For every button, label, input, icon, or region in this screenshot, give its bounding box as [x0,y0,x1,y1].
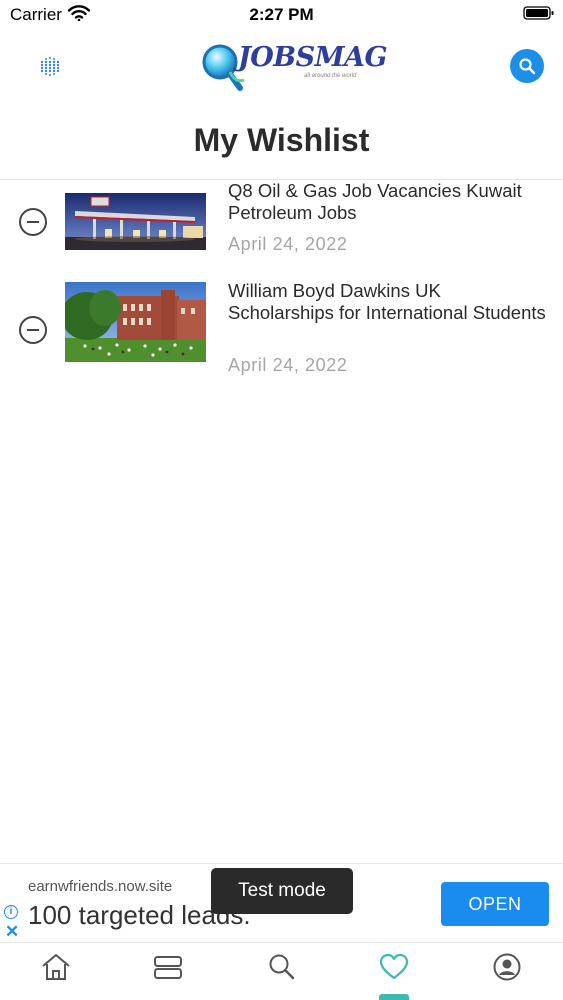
wishlist-item[interactable]: Q8 Oil & Gas Job Vacancies Kuwait Petrol… [0,180,563,270]
remove-icon[interactable] [19,208,47,236]
jobsmag-logo: JOBSMAG all around the world [200,38,388,94]
list-icon [154,956,182,979]
tab-list[interactable] [152,951,184,983]
tab-profile[interactable] [491,951,523,983]
ad-open-button[interactable]: OPEN [441,882,549,926]
search-icon [519,58,536,75]
tab-bar [0,943,563,1000]
gas-station-thumbnail [65,193,206,250]
search-icon [269,954,295,980]
ad-domain: earnwfriends.now.site [28,878,173,895]
page-title: My Wishlist [193,122,370,158]
clock: 2:27 PM [249,5,314,24]
battery-icon [523,5,555,26]
info-icon[interactable]: i [4,905,18,919]
remove-icon[interactable] [19,316,47,344]
tab-wishlist[interactable] [378,951,410,983]
logo-text: JOBSMAG [238,42,388,73]
tab-search[interactable] [266,951,298,983]
status-bar: Carrier 2:27 PM [0,0,563,30]
close-icon[interactable]: ✕ [5,922,19,942]
wishlist-item-date: April 24, 2022 [228,355,348,375]
menu-icon[interactable] [36,53,64,81]
search-button[interactable] [510,49,544,83]
test-mode-toast: Test mode [211,868,353,914]
wishlist-item-title[interactable]: William Boyd Dawkins UK Scholarships for… [228,280,548,324]
profile-icon [493,953,521,981]
wishlist-item[interactable]: William Boyd Dawkins UK Scholarships for… [0,280,563,380]
university-building-thumbnail [65,282,206,362]
app-header: JOBSMAG all around the world [0,36,563,98]
home-icon [42,954,70,980]
wishlist-item-date: April 24, 2022 [228,234,348,254]
wishlist-item-title[interactable]: Q8 Oil & Gas Job Vacancies Kuwait Petrol… [228,180,548,224]
logo-tagline: all around the world [304,73,357,79]
active-tab-indicator [379,994,409,1000]
tab-home[interactable] [40,951,72,983]
heart-icon [379,953,409,980]
